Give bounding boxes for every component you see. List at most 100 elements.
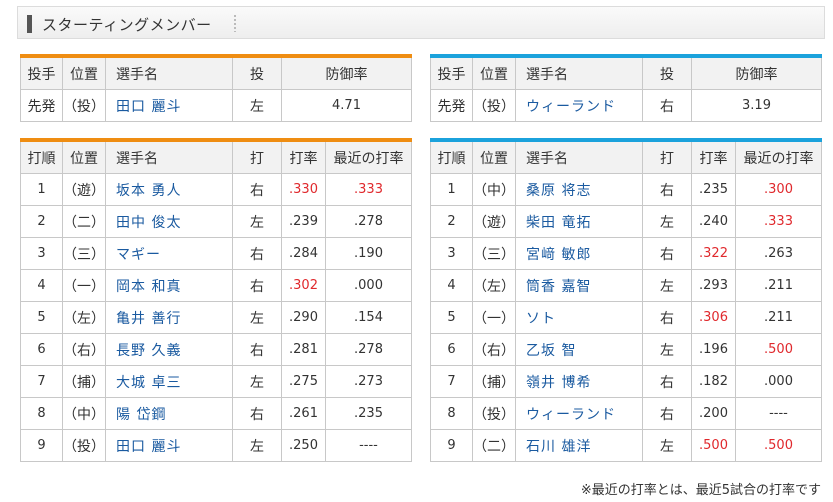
player-position: （捕） xyxy=(472,365,516,398)
table-row: 2 （二） 田中 俊太左 .239.278 xyxy=(20,205,412,238)
recent-average: ---- xyxy=(325,429,412,462)
table-row: 8 （中）陽 岱鋼右 .261.235 xyxy=(20,397,412,430)
batting-order: 6 xyxy=(430,333,473,366)
batting-order: 1 xyxy=(430,173,473,206)
player-position: （三） xyxy=(62,237,106,270)
player-name-link[interactable]: 嶺井 博希 xyxy=(515,365,643,398)
bats: 右 xyxy=(642,397,692,430)
pitcher-row: 先発 （投） ウィーランド 右 3.19 xyxy=(430,89,822,122)
section-header: スターティングメンバー xyxy=(17,6,825,39)
batting-average: .240 xyxy=(691,205,736,238)
batting-order: 5 xyxy=(430,301,473,334)
pitcher-name-link[interactable]: ウィーランド xyxy=(515,89,643,122)
batting-average: .235 xyxy=(691,173,736,206)
batting-order: 2 xyxy=(430,205,473,238)
away-pitcher-table: 投手 位置 選手名 投 防御率 先発 （投） ウィーランド 右 3.19 xyxy=(430,54,822,122)
home-lineup-body: 1 （遊） 坂本 勇人右 .330.333 2 （二） 田中 俊太左 .239.278 3 （三）… xyxy=(20,173,412,462)
recent-average: .500 xyxy=(735,429,822,462)
batting-order: 7 xyxy=(430,365,473,398)
recent-average: .278 xyxy=(325,205,412,238)
player-position: （遊） xyxy=(62,173,106,206)
bats: 右 xyxy=(642,365,692,398)
recent-average: .211 xyxy=(735,301,822,334)
bats: 右 xyxy=(642,301,692,334)
lineup-header-row: 打順 位置 選手名 打 打率 最近の打率 xyxy=(430,139,822,174)
player-position: （投） xyxy=(62,429,106,462)
batting-order: 8 xyxy=(20,397,63,430)
recent-average: .263 xyxy=(735,237,822,270)
bats: 右 xyxy=(232,173,282,206)
batting-order: 9 xyxy=(430,429,473,462)
batting-average: .284 xyxy=(281,237,326,270)
batting-order: 6 xyxy=(20,333,63,366)
col-batting-average: 打率 xyxy=(691,139,736,174)
player-name-link[interactable]: 乙坂 智 xyxy=(515,333,643,366)
batting-order: 5 xyxy=(20,301,63,334)
player-position: （中） xyxy=(62,397,106,430)
table-row: 6 （右） 長野 久義右 .281.278 xyxy=(20,333,412,366)
player-position: （一） xyxy=(472,301,516,334)
col-position: 位置 xyxy=(472,139,516,174)
home-pitcher-table: 投手 位置 選手名 投 防御率 先発 （投） 田口 麗斗 左 4.71 xyxy=(20,54,412,122)
player-name-link[interactable]: 宮﨑 敏郎 xyxy=(515,237,643,270)
bats: 左 xyxy=(232,205,282,238)
batting-average: .182 xyxy=(691,365,736,398)
pitcher-throws: 左 xyxy=(232,89,282,122)
pitcher-name-link[interactable]: 田口 麗斗 xyxy=(105,89,233,122)
recent-average: .333 xyxy=(325,173,412,206)
player-name-link[interactable]: ソト xyxy=(515,301,643,334)
bats: 右 xyxy=(232,397,282,430)
bats: 左 xyxy=(232,429,282,462)
player-name-link[interactable]: 柴田 竜拓 xyxy=(515,205,643,238)
player-name-link[interactable]: 筒香 嘉智 xyxy=(515,269,643,302)
batting-order: 9 xyxy=(20,429,63,462)
table-row: 2 （遊） 柴田 竜拓左 .240.333 xyxy=(430,205,822,238)
player-name-link[interactable]: ウィーランド xyxy=(515,397,643,430)
drag-handle-icon xyxy=(234,15,236,32)
col-batting-order: 打順 xyxy=(20,139,63,174)
pitcher-era: 4.71 xyxy=(281,89,412,122)
batting-average: .250 xyxy=(281,429,326,462)
player-name-link[interactable]: 石川 雄洋 xyxy=(515,429,643,462)
col-throws: 投 xyxy=(642,55,692,90)
player-name-link[interactable]: 長野 久義 xyxy=(105,333,233,366)
table-row: 9 （投） 田口 麗斗左 .250 ---- xyxy=(20,429,412,462)
player-name-link[interactable]: 亀井 善行 xyxy=(105,301,233,334)
player-name-link[interactable]: 田口 麗斗 xyxy=(105,429,233,462)
bats: 左 xyxy=(642,269,692,302)
bats: 左 xyxy=(642,205,692,238)
player-position: （左） xyxy=(62,301,106,334)
batting-order: 4 xyxy=(20,269,63,302)
col-player-name: 選手名 xyxy=(105,139,233,174)
player-name-link[interactable]: 大城 卓三 xyxy=(105,365,233,398)
pitcher-position: （投） xyxy=(62,89,106,122)
pitcher-header-row: 投手 位置 選手名 投 防御率 xyxy=(20,55,412,90)
batting-average: .302 xyxy=(281,269,326,302)
bats: 左 xyxy=(232,301,282,334)
batting-average: .500 xyxy=(691,429,736,462)
bats: 左 xyxy=(232,365,282,398)
bats: 右 xyxy=(232,237,282,270)
batting-order: 1 xyxy=(20,173,63,206)
player-name-link[interactable]: 田中 俊太 xyxy=(105,205,233,238)
col-throws: 投 xyxy=(232,55,282,90)
col-player-name: 選手名 xyxy=(515,139,643,174)
player-name-link[interactable]: 桑原 将志 xyxy=(515,173,643,206)
player-name-link[interactable]: 陽 岱鋼 xyxy=(105,397,233,430)
pitcher-era: 3.19 xyxy=(691,89,822,122)
batting-average: .290 xyxy=(281,301,326,334)
pitcher-header-row: 投手 位置 選手名 投 防御率 xyxy=(430,55,822,90)
player-name-link[interactable]: マギー xyxy=(105,237,233,270)
player-position: （右） xyxy=(472,333,516,366)
recent-average: .273 xyxy=(325,365,412,398)
player-name-link[interactable]: 岡本 和真 xyxy=(105,269,233,302)
player-position: （二） xyxy=(472,429,516,462)
away-lineup-table: 打順 位置 選手名 打 打率 最近の打率 1 （中） 桑原 将志右 .235.300 2… xyxy=(430,138,822,462)
recent-average: ---- xyxy=(735,397,822,430)
recent-average: .278 xyxy=(325,333,412,366)
recent-average: .500 xyxy=(735,333,822,366)
player-name-link[interactable]: 坂本 勇人 xyxy=(105,173,233,206)
away-lineup-body: 1 （中） 桑原 将志右 .235.300 2 （遊） 柴田 竜拓左 .240.333 3 （三）… xyxy=(430,173,822,462)
col-bats: 打 xyxy=(232,139,282,174)
batting-order: 8 xyxy=(430,397,473,430)
